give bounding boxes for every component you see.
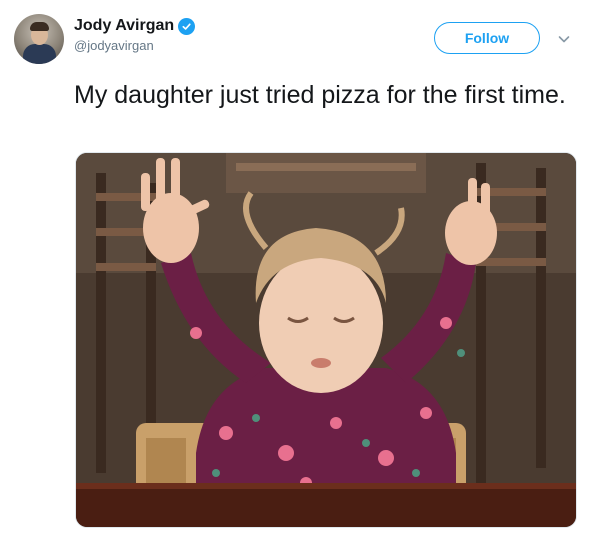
photo-illustration [76,153,576,527]
tweet-card: Jody Avirgan @jodyavirgan Follow My daug… [0,0,600,535]
tweet-photo[interactable] [75,152,577,528]
chevron-down-icon[interactable] [556,31,572,47]
name-row: Jody Avirgan [74,17,196,35]
user-handle[interactable]: @jodyavirgan [74,38,154,53]
display-name[interactable]: Jody Avirgan [74,17,174,35]
avatar[interactable] [14,14,64,64]
follow-button[interactable]: Follow [434,22,540,54]
verified-badge-icon [178,17,196,35]
tweet-text: My daughter just tried pizza for the fir… [74,81,566,109]
